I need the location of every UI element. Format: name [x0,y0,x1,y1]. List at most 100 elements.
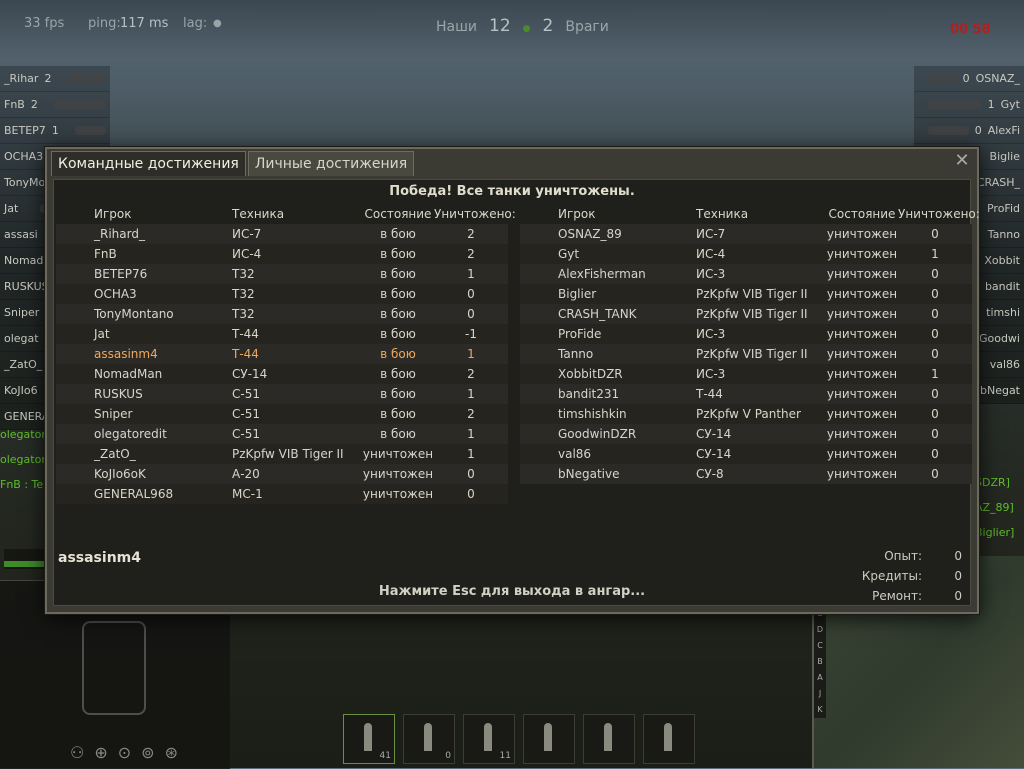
side-player-name: Sniper [4,306,40,319]
results-panel: Победа! Все танки уничтожены. Игрок Техн… [53,179,980,606]
cell-kills: 2 [467,247,475,261]
side-list-item: 0 OSNAZ_ [914,66,1024,92]
ping-value: 117 ms [120,16,169,31]
cell-kills: 0 [467,487,475,501]
cell-player: Biglier [558,287,597,301]
cell-state: уничтожен [826,327,898,341]
cell-kills: 0 [931,407,939,421]
table-row: bNegative СУ-8 уничтожен 0 [520,464,972,484]
cell-state: уничтожен [826,427,898,441]
col-kills: Уничтожено: [898,207,980,221]
lag-indicator-icon: ● [213,18,222,29]
grid-letter: K [817,705,823,714]
side-player-name: RUSKUS [4,280,49,293]
allies-rows: _Rihard_ ИС-7 в бою 2 FnB ИС-4 в бою 2 BETEP76 T3… [56,224,508,504]
tank-icon [67,74,106,83]
cell-kills: 1 [467,267,475,281]
cell-player: RUSKUS [94,387,143,401]
ping-label: ping: [88,16,121,31]
cell-vehicle: Т-44 [696,387,723,401]
cell-state: уничтожен [362,447,434,461]
side-player-name: FnB [4,98,25,111]
side-player-name: Jat [4,202,19,215]
ammo-slot[interactable] [643,714,695,764]
cell-vehicle: PzKpfw VIB Tiger II [696,347,808,361]
table-row: TonyMontano T32 в бою 0 [56,304,508,324]
side-player-name: val86 [989,358,1020,371]
cell-state: в бою [380,427,416,441]
reward-experience: Опыт: 0 [812,546,962,566]
cell-state: уничтожен [362,487,434,501]
table-row: bandit231 Т-44 уничтожен 0 [520,384,972,404]
chat-log-right: SDZR] AZ_89] Biglier] [975,470,1024,545]
cell-vehicle: ИС-7 [232,227,262,241]
col-player: Игрок [558,207,596,221]
table-row: CRASH_TANK PzKpfw VIB Tiger II уничтожен 0 [520,304,972,324]
grid-letter: D [816,625,824,634]
side-player-kills: 2 [44,72,52,85]
table-row: OSNAZ_89 ИС-7 уничтожен 0 [520,224,972,244]
chat-message: SDZR] [975,476,1010,489]
tank-icon [928,74,957,83]
cell-vehicle: ИС-4 [696,247,726,261]
cell-vehicle: T32 [232,287,255,301]
table-row: Tanno PzKpfw VIB Tiger II уничтожен 0 [520,344,972,364]
ammo-slot[interactable]: 41 [343,714,395,764]
cell-kills: 0 [931,227,939,241]
tab-team-achievements[interactable]: Командные достижения [51,151,246,176]
cell-player: Sniper [94,407,133,421]
side-list-item: 0 AlexFi [914,118,1024,144]
tab-personal-achievements[interactable]: Личные достижения [247,151,415,176]
cell-vehicle: PzKpfw VIB Tiger II [696,307,808,321]
side-player-name: KoJIo6 [4,384,38,397]
ammo-slot[interactable] [523,714,575,764]
side-player-kills: 0 [962,72,970,85]
table-row: Biglier PzKpfw VIB Tiger II уничтожен 0 [520,284,972,304]
cell-player: bNegative [558,467,620,481]
cell-vehicle: Т-44 [232,327,259,341]
side-player-name: bandit [984,280,1020,293]
side-player-name: Goodwi [978,332,1020,345]
cell-state: в бою [380,267,416,281]
ammo-slot[interactable]: 0 [403,714,455,764]
cell-player: ProFide [558,327,602,341]
cell-state: уничтожен [826,227,898,241]
table-row: assasinm4 Т-44 в бою 1 [56,344,508,364]
battle-timer: 00 58 [950,22,991,37]
cell-kills: 1 [467,447,475,461]
cell-kills: 0 [931,307,939,321]
cell-state: уничтожен [826,347,898,361]
cell-kills: 1 [931,367,939,381]
cell-player: OSNAZ_89 [558,227,622,241]
shell-icon [604,723,612,751]
close-icon[interactable]: ✕ [953,152,971,170]
ammo-slot[interactable] [583,714,635,764]
table-row: GENERAL968 МС-1 уничтожен 0 [56,484,508,504]
cell-kills: 0 [931,347,939,361]
health-fill [4,561,44,567]
cell-kills: 0 [467,287,475,301]
side-player-kills: 1 [51,124,59,137]
cell-player: GoodwinDZR [558,427,637,441]
tank-icon [53,100,106,109]
side-player-name: timshi [986,306,1020,319]
ammo-slot[interactable]: 11 [463,714,515,764]
ammo-count: 0 [445,751,451,761]
cell-vehicle: СУ-8 [696,467,724,481]
cell-state: в бою [380,327,416,341]
reward-credits: Кредиты: 0 [812,566,962,586]
cell-player: Tanno [558,347,594,361]
cell-vehicle: PzKpfw VIB Tiger II [696,287,808,301]
side-player-name: assasi [4,228,38,241]
minimap-grid-letters: EDCBAJK [814,606,826,718]
cell-kills: 0 [931,447,939,461]
chat-message: Biglier] [975,526,1015,539]
grid-letter: C [817,641,823,650]
battle-result-title: Победа! Все танки уничтожены. [389,184,635,199]
team-score: Наши 12 ● 2 Враги [436,16,609,36]
cell-player: assasinm4 [94,347,158,361]
reward-label: Кредиты: [861,569,922,583]
cell-kills: 0 [467,307,475,321]
side-player-name: OSNAZ_ [975,72,1020,85]
grid-letter: A [817,673,823,682]
